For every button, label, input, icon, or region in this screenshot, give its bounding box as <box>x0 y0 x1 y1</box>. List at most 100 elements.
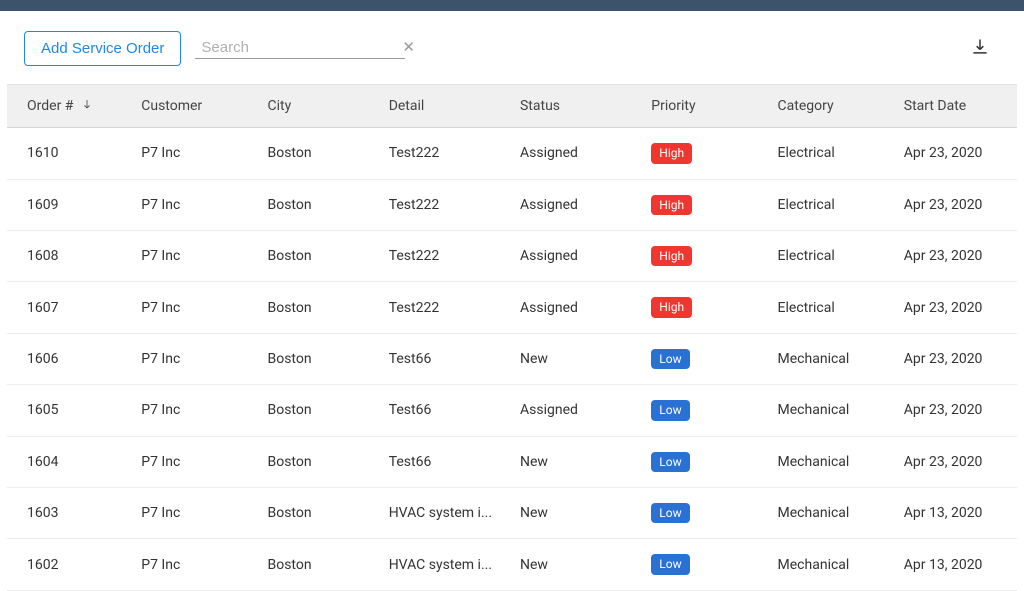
cell-priority: Low <box>643 385 769 436</box>
cell-start-date: Apr 23, 2020 <box>896 231 1017 282</box>
table-row[interactable]: 1607P7 IncBostonTest222Assigned High Elect… <box>7 282 1017 333</box>
cell-category: Mechanical <box>770 539 896 590</box>
cell-order: 1610 <box>7 128 133 179</box>
cell-city: Boston <box>260 385 381 436</box>
cell-city: Boston <box>260 436 381 487</box>
table-row[interactable]: 1608P7 IncBostonTest222Assigned High Elect… <box>7 231 1017 282</box>
cell-status: Assigned <box>512 282 643 333</box>
cell-order: 1607 <box>7 282 133 333</box>
window-top-bar <box>0 0 1024 11</box>
cell-detail: HVAC system i... <box>381 488 512 539</box>
cell-priority: High <box>643 179 769 230</box>
cell-start-date: Apr 23, 2020 <box>896 282 1017 333</box>
cell-order: 1605 <box>7 385 133 436</box>
cell-city: Boston <box>260 231 381 282</box>
cell-status: Assigned <box>512 128 643 179</box>
cell-start-date: Apr 23, 2020 <box>896 333 1017 384</box>
cell-priority: High <box>643 128 769 179</box>
priority-badge: Low <box>651 349 689 369</box>
clear-search-icon[interactable]: ✕ <box>400 38 417 56</box>
table-row[interactable]: 1610P7 IncBostonTest222AssignedHighElect… <box>7 128 1017 179</box>
cell-detail: Test222 <box>381 231 512 282</box>
priority-badge: High <box>651 195 692 215</box>
cell-customer: P7 Inc <box>133 282 259 333</box>
column-header-category[interactable]: Category <box>770 85 896 128</box>
cell-category: Electrical <box>770 231 896 282</box>
column-header-start-date[interactable]: Start Date <box>896 85 1017 128</box>
cell-priority: Low <box>643 488 769 539</box>
cell-order: 1602 <box>7 539 133 590</box>
cell-customer: P7 Inc <box>133 436 259 487</box>
priority-badge: High <box>651 246 692 266</box>
table-row[interactable]: 1603P7 IncBostonHVAC system i...NewLowMe… <box>7 488 1017 539</box>
column-header-priority[interactable]: Priority <box>643 85 769 128</box>
cell-priority: High <box>643 282 769 333</box>
cell-start-date: Apr 23, 2020 <box>896 179 1017 230</box>
cell-start-date: Apr 13, 2020 <box>896 539 1017 590</box>
table-header-row: Order # Customer City Detail Status Prio… <box>7 85 1017 128</box>
priority-badge: Low <box>651 503 689 523</box>
search-field[interactable]: ✕ <box>195 38 405 59</box>
download-button[interactable] <box>970 37 990 61</box>
cell-start-date: Apr 13, 2020 <box>896 488 1017 539</box>
column-header-order[interactable]: Order # <box>7 85 133 128</box>
table-row[interactable]: 1605P7 IncBostonTest66Assigned Low Mechani… <box>7 385 1017 436</box>
service-orders-table: Order # Customer City Detail Status Prio… <box>7 84 1017 591</box>
cell-category: Electrical <box>770 282 896 333</box>
table-row[interactable]: 1604P7 IncBostonTest66New Low MechanicalAp… <box>7 436 1017 487</box>
column-header-detail[interactable]: Detail <box>381 85 512 128</box>
cell-status: Assigned <box>512 231 643 282</box>
cell-category: Mechanical <box>770 333 896 384</box>
cell-status: New <box>512 539 643 590</box>
cell-customer: P7 Inc <box>133 333 259 384</box>
cell-category: Mechanical <box>770 488 896 539</box>
column-header-order-label: Order # <box>27 98 73 114</box>
cell-order: 1603 <box>7 488 133 539</box>
cell-detail: Test66 <box>381 436 512 487</box>
table-row[interactable]: 1606P7 IncBostonTest66NewLowMechanicalAp… <box>7 333 1017 384</box>
cell-detail: Test222 <box>381 179 512 230</box>
cell-customer: P7 Inc <box>133 231 259 282</box>
column-header-customer[interactable]: Customer <box>133 85 259 128</box>
cell-city: Boston <box>260 539 381 590</box>
cell-category: Electrical <box>770 128 896 179</box>
cell-city: Boston <box>260 333 381 384</box>
cell-customer: P7 Inc <box>133 385 259 436</box>
cell-order: 1608 <box>7 231 133 282</box>
search-input[interactable] <box>201 39 400 56</box>
priority-badge: Low <box>651 554 689 574</box>
download-icon <box>970 37 990 57</box>
sort-desc-icon <box>81 98 93 114</box>
cell-order: 1604 <box>7 436 133 487</box>
cell-category: Mechanical <box>770 436 896 487</box>
cell-detail: Test66 <box>381 385 512 436</box>
cell-customer: P7 Inc <box>133 128 259 179</box>
cell-start-date: Apr 23, 2020 <box>896 128 1017 179</box>
cell-city: Boston <box>260 282 381 333</box>
table-row[interactable]: 1609P7 IncBostonTest222AssignedHighElect… <box>7 179 1017 230</box>
priority-badge: Low <box>651 400 689 420</box>
cell-order: 1606 <box>7 333 133 384</box>
priority-badge: High <box>651 143 692 163</box>
add-service-order-button[interactable]: Add Service Order <box>24 31 181 66</box>
cell-start-date: Apr 23, 2020 <box>896 385 1017 436</box>
cell-priority: Low <box>643 333 769 384</box>
cell-city: Boston <box>260 179 381 230</box>
column-header-city[interactable]: City <box>260 85 381 128</box>
priority-badge: Low <box>651 452 689 472</box>
toolbar: Add Service Order ✕ <box>0 11 1024 84</box>
cell-city: Boston <box>260 128 381 179</box>
cell-start-date: Apr 23, 2020 <box>896 436 1017 487</box>
cell-customer: P7 Inc <box>133 488 259 539</box>
cell-status: New <box>512 333 643 384</box>
cell-category: Mechanical <box>770 385 896 436</box>
cell-detail: Test222 <box>381 282 512 333</box>
priority-badge: High <box>651 297 692 317</box>
cell-category: Electrical <box>770 179 896 230</box>
table-row[interactable]: 1602P7 IncBostonHVAC system i...NewLowMe… <box>7 539 1017 590</box>
cell-priority: Low <box>643 436 769 487</box>
cell-priority: High <box>643 231 769 282</box>
cell-status: New <box>512 436 643 487</box>
column-header-status[interactable]: Status <box>512 85 643 128</box>
cell-status: Assigned <box>512 385 643 436</box>
